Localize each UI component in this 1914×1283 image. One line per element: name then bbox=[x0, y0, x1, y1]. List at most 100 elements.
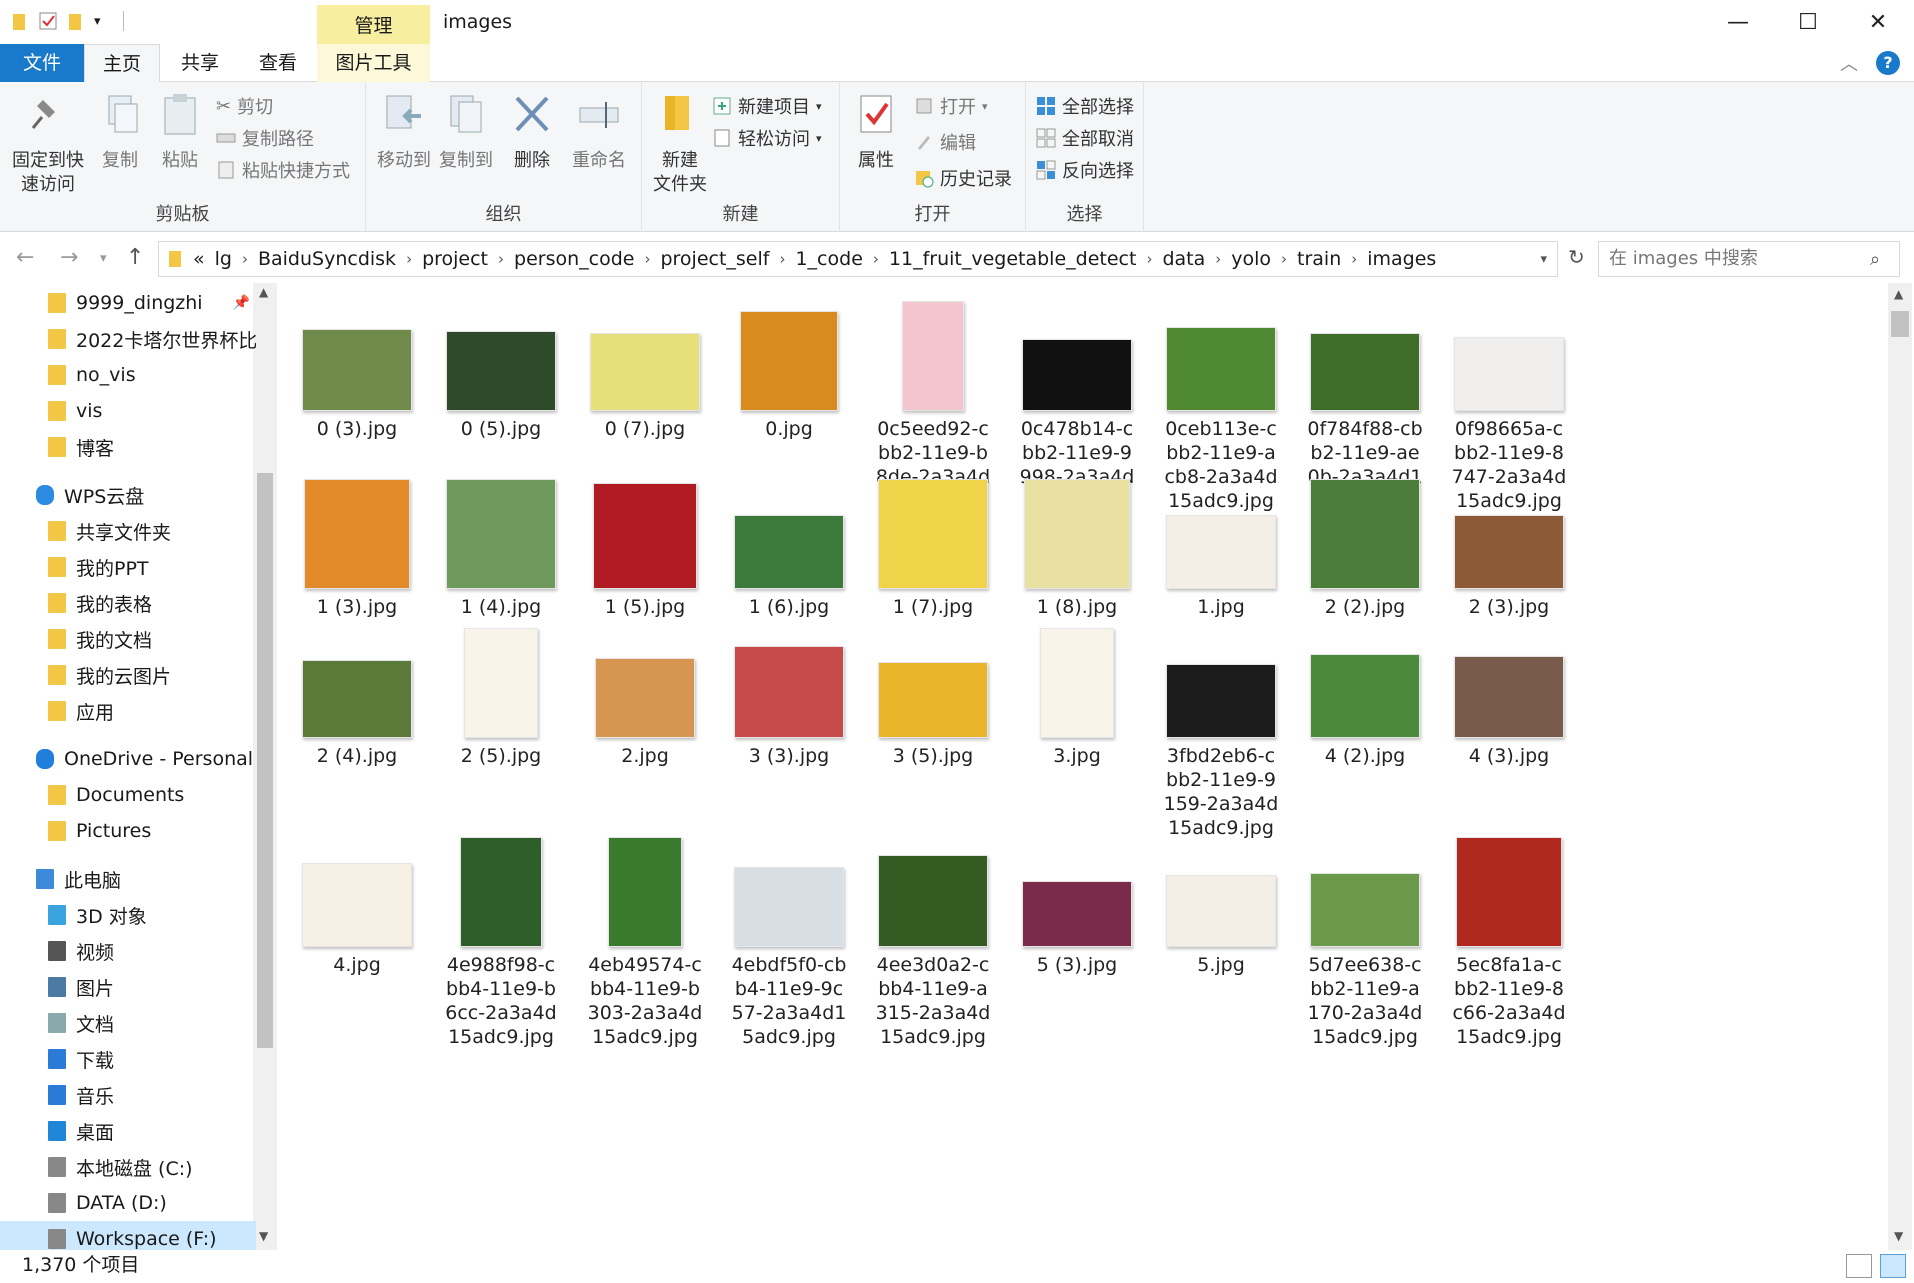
sidebar-item[interactable]: 桌面 bbox=[0, 1113, 256, 1149]
sidebar-item[interactable]: 文档 bbox=[0, 1005, 256, 1041]
sidebar-item[interactable]: no_vis bbox=[0, 357, 256, 393]
select-all-button[interactable]: 全部选择 bbox=[1036, 92, 1134, 120]
forward-arrow-icon[interactable]: → bbox=[60, 245, 78, 270]
sidebar-item[interactable]: 3D 对象 bbox=[0, 897, 256, 933]
sidebar-item[interactable]: 我的PPT bbox=[0, 549, 256, 585]
details-view-icon[interactable] bbox=[1846, 1254, 1872, 1278]
rename-button[interactable]: 重命名 bbox=[564, 90, 634, 173]
sidebar-item[interactable]: 2022卡塔尔世界杯比赛 bbox=[0, 321, 256, 357]
sidebar-item[interactable]: Documents bbox=[0, 777, 256, 813]
sidebar-item[interactable]: 我的云图片 bbox=[0, 657, 256, 693]
sidebar-item[interactable]: 视频 bbox=[0, 933, 256, 969]
copy-button[interactable]: 复制 bbox=[94, 90, 146, 173]
tab-file[interactable]: 文件 bbox=[0, 44, 84, 82]
properties-button[interactable]: 属性 bbox=[848, 90, 904, 173]
close-button[interactable]: ✕ bbox=[1843, 0, 1913, 44]
breadcrumb-separator-icon[interactable]: › bbox=[1281, 250, 1287, 268]
maximize-button[interactable]: ☐ bbox=[1773, 0, 1843, 44]
breadcrumb-separator-icon[interactable]: › bbox=[644, 250, 650, 268]
sidebar-item[interactable]: 下载 bbox=[0, 1041, 256, 1077]
breadcrumb-item[interactable]: 1_code bbox=[795, 248, 862, 270]
minimize-button[interactable]: — bbox=[1703, 0, 1773, 44]
sidebar-item[interactable]: 此电脑 bbox=[0, 861, 256, 897]
qat-dropdown-icon[interactable]: ▾ bbox=[94, 14, 101, 29]
new-folder-button[interactable]: 新建 文件夹 bbox=[648, 90, 712, 197]
tab-share[interactable]: 共享 bbox=[162, 44, 238, 82]
content-scrollbar[interactable]: ▲ ▼ bbox=[1888, 283, 1912, 1250]
breadcrumb-separator-icon[interactable]: › bbox=[406, 250, 412, 268]
breadcrumb-separator-icon[interactable]: › bbox=[873, 250, 879, 268]
content-scroll-thumb[interactable] bbox=[1891, 311, 1909, 337]
up-arrow-icon[interactable]: ↑ bbox=[126, 245, 144, 270]
sidebar-item[interactable]: 应用 bbox=[0, 693, 256, 729]
sidebar-scrollbar[interactable]: ▲ ▼ bbox=[253, 283, 277, 1250]
new-item-button[interactable]: 新建项目 ▾ bbox=[712, 92, 822, 120]
sidebar-item[interactable]: WPS云盘 bbox=[0, 477, 256, 513]
tab-picture-tools[interactable]: 图片工具 bbox=[317, 44, 430, 82]
sidebar-item[interactable]: 我的文档 bbox=[0, 621, 256, 657]
sidebar-item[interactable]: DATA (D:) bbox=[0, 1185, 256, 1221]
breadcrumb-item[interactable]: person_code bbox=[514, 248, 634, 270]
breadcrumb-item[interactable]: images bbox=[1367, 248, 1436, 270]
breadcrumb-item[interactable]: project bbox=[422, 248, 488, 270]
delete-button[interactable]: 删除 bbox=[504, 90, 560, 173]
copy-path-button[interactable]: 复制路径 bbox=[216, 124, 314, 152]
sidebar-item[interactable]: 本地磁盘 (C:) bbox=[0, 1149, 256, 1185]
back-arrow-icon[interactable]: ← bbox=[16, 245, 34, 270]
help-icon[interactable]: ? bbox=[1876, 51, 1900, 75]
breadcrumb-item[interactable]: data bbox=[1162, 248, 1205, 270]
easy-access-icon bbox=[714, 129, 730, 147]
easy-access-button[interactable]: 轻松访问 ▾ bbox=[712, 124, 822, 152]
sidebar-item[interactable]: 9999_dingzhi 📌 bbox=[0, 285, 256, 321]
recent-locations-chevron-icon[interactable]: ▾ bbox=[100, 251, 107, 266]
copy-to-button[interactable]: 复制到 bbox=[436, 90, 496, 173]
invert-selection-button[interactable]: 反向选择 bbox=[1036, 156, 1134, 184]
address-dropdown-icon[interactable]: ▾ bbox=[1540, 252, 1547, 267]
edit-button[interactable]: 编辑 bbox=[914, 128, 976, 156]
select-none-button[interactable]: 全部取消 bbox=[1036, 124, 1134, 152]
tab-home[interactable]: 主页 bbox=[84, 44, 160, 83]
pin-quick-access-button[interactable]: 固定到快速访问 bbox=[8, 90, 88, 197]
sidebar-item[interactable]: 图片 bbox=[0, 969, 256, 1005]
refresh-icon[interactable]: ↻ bbox=[1568, 245, 1585, 269]
breadcrumb-item[interactable]: yolo bbox=[1231, 248, 1271, 270]
search-input[interactable]: 在 images 中搜索 bbox=[1598, 241, 1900, 277]
scroll-up-icon[interactable]: ▲ bbox=[1894, 287, 1903, 301]
sidebar-item[interactable]: 音乐 bbox=[0, 1077, 256, 1113]
sidebar-item[interactable]: 我的表格 bbox=[0, 585, 256, 621]
collapse-ribbon-icon[interactable]: ︿ bbox=[1840, 50, 1858, 76]
sidebar-item[interactable]: OneDrive - Personal bbox=[0, 741, 256, 777]
paste-button[interactable]: 粘贴 bbox=[154, 90, 206, 173]
sidebar-item[interactable]: 共享文件夹 bbox=[0, 513, 256, 549]
open-button[interactable]: 打开 ▾ bbox=[914, 92, 988, 120]
breadcrumb-item[interactable]: project_self bbox=[660, 248, 769, 270]
breadcrumb-item[interactable]: 11_fruit_vegetable_detect bbox=[889, 248, 1137, 270]
history-button[interactable]: 历史记录 bbox=[914, 164, 1012, 192]
scroll-up-icon[interactable]: ▲ bbox=[259, 285, 268, 299]
breadcrumb-separator-icon[interactable]: › bbox=[498, 250, 504, 268]
breadcrumb-item[interactable]: lg bbox=[215, 248, 232, 270]
large-icons-view-icon[interactable] bbox=[1880, 1254, 1906, 1278]
breadcrumb-separator-icon[interactable]: › bbox=[1215, 250, 1221, 268]
new-folder-icon[interactable] bbox=[66, 10, 86, 32]
cut-button[interactable]: ✂ 剪切 bbox=[216, 92, 273, 120]
breadcrumb-separator-icon[interactable]: › bbox=[1146, 250, 1152, 268]
breadcrumb-separator-icon[interactable]: › bbox=[1351, 250, 1357, 268]
move-to-button[interactable]: 移动到 bbox=[374, 90, 434, 173]
breadcrumb-item[interactable]: « bbox=[193, 248, 205, 270]
sidebar-item[interactable]: Pictures bbox=[0, 813, 256, 849]
properties-check-icon[interactable] bbox=[38, 10, 58, 32]
breadcrumb-separator-icon[interactable]: › bbox=[242, 250, 248, 268]
breadcrumb-item[interactable]: train bbox=[1297, 248, 1341, 270]
tab-view[interactable]: 查看 bbox=[240, 44, 316, 82]
breadcrumb-separator-icon[interactable]: › bbox=[779, 250, 785, 268]
sidebar-scroll-thumb[interactable] bbox=[257, 473, 273, 1048]
breadcrumb-item[interactable]: BaiduSyncdisk bbox=[258, 248, 396, 270]
paste-shortcut-button[interactable]: 粘贴快捷方式 bbox=[216, 156, 350, 184]
manage-context-tab[interactable]: 管理 bbox=[317, 5, 430, 45]
scroll-down-icon[interactable]: ▼ bbox=[1894, 1229, 1903, 1243]
address-bar[interactable]: « lg › BaiduSyncdisk › project › person_code › pr… bbox=[158, 241, 1558, 277]
sidebar-item[interactable]: vis bbox=[0, 393, 256, 429]
scroll-down-icon[interactable]: ▼ bbox=[259, 1229, 268, 1243]
sidebar-item[interactable]: 博客 bbox=[0, 429, 256, 465]
